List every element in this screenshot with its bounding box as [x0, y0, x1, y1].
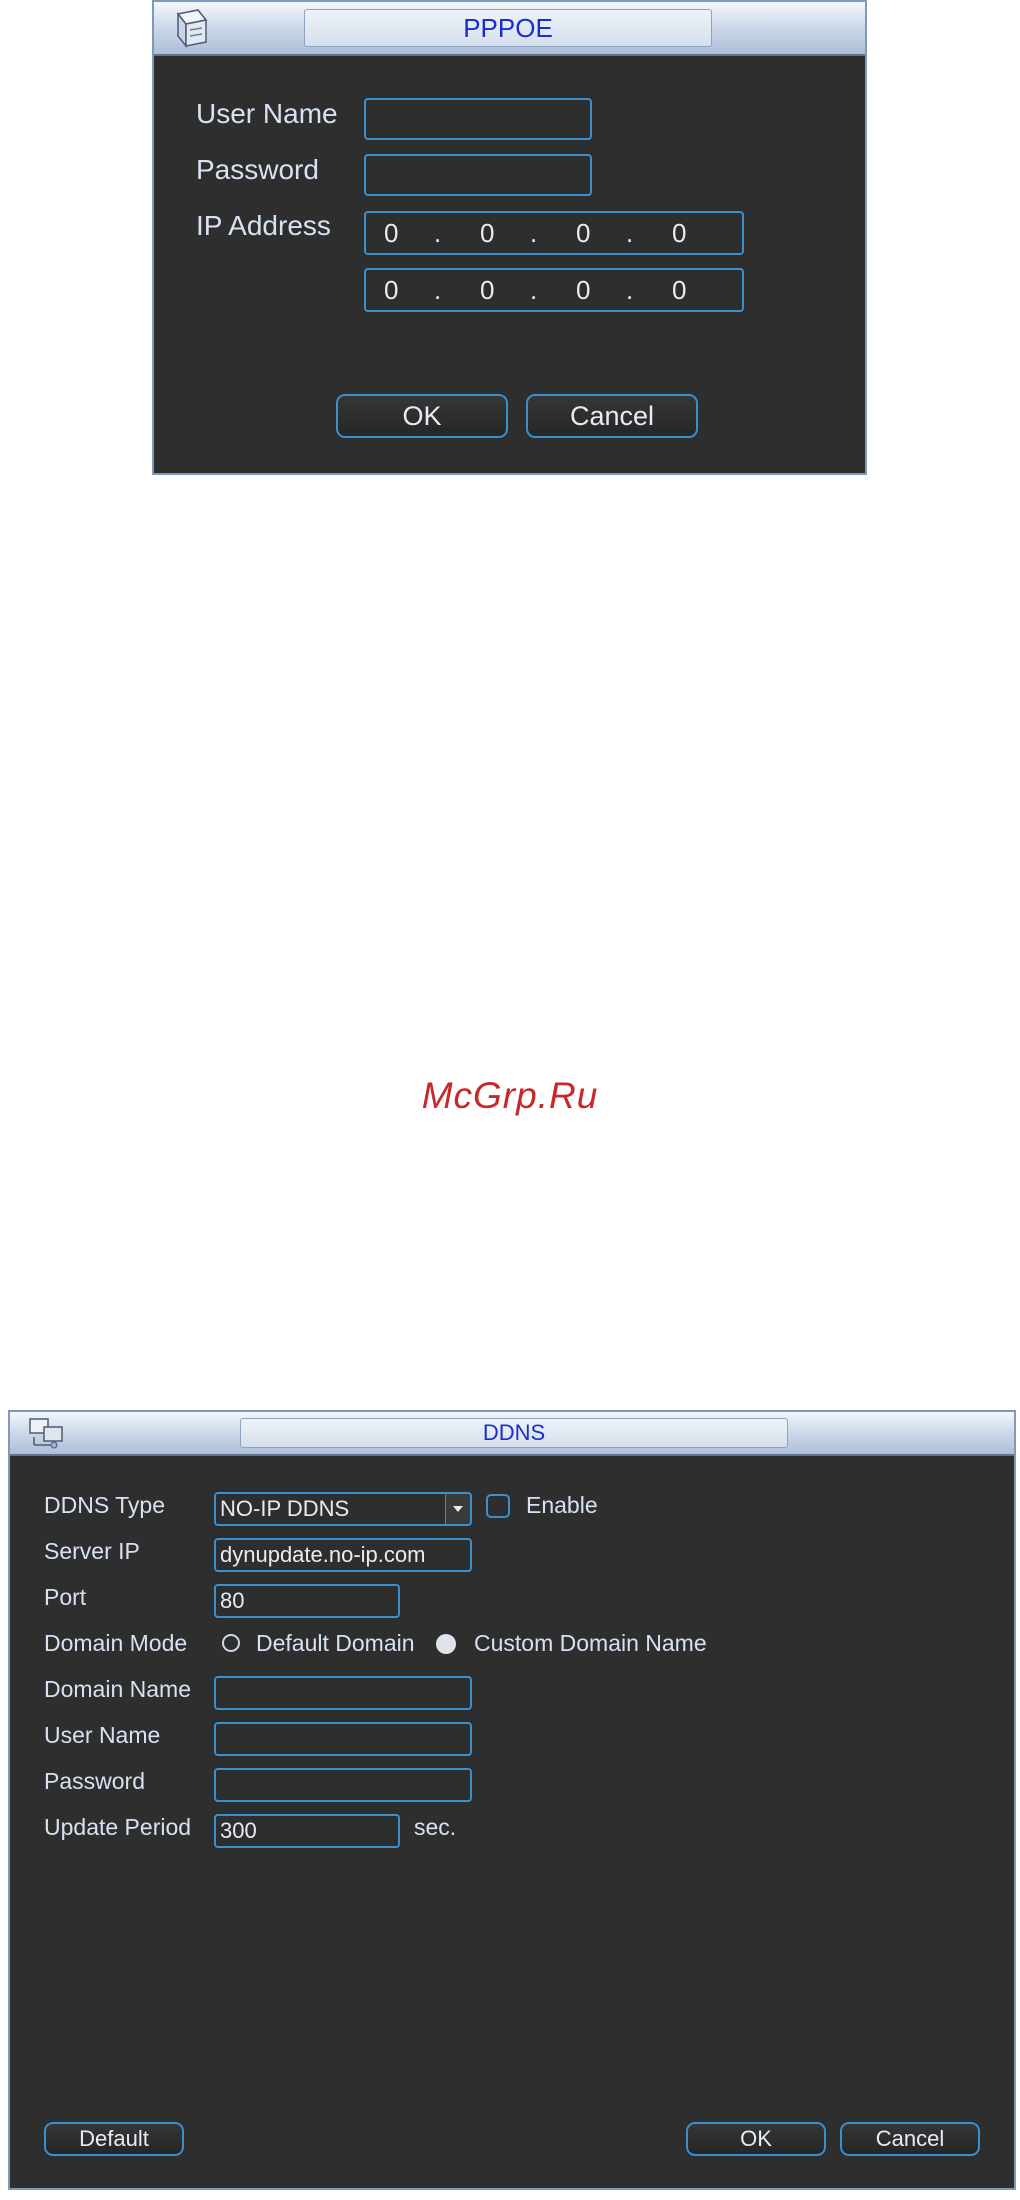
ip-address-input[interactable]: 0 . 0 . 0 . 0 — [364, 211, 744, 255]
default-domain-label: Default Domain — [256, 1630, 415, 1656]
password-input[interactable] — [214, 1768, 472, 1802]
ip-octet: 0 — [384, 217, 399, 248]
ok-button[interactable]: OK — [336, 394, 508, 438]
ip-dot: . — [626, 217, 634, 248]
pppoe-title-bar: PPPOE — [154, 2, 865, 56]
ip-octet: 0 — [576, 217, 591, 248]
update-period-unit: sec. — [414, 1814, 457, 1840]
user-name-input[interactable] — [214, 1722, 472, 1756]
ip-dot: . — [434, 274, 442, 305]
network-settings-icon — [24, 1415, 68, 1456]
ip-address-input-2[interactable]: 0 . 0 . 0 . 0 — [364, 268, 744, 312]
title-text: PPPOE — [463, 12, 553, 43]
ip-octet: 0 — [672, 217, 687, 248]
enable-checkbox[interactable] — [486, 1494, 510, 1518]
dialog-title: PPPOE — [304, 9, 712, 47]
user-name-label: User Name — [196, 98, 338, 129]
password-label: Password — [44, 1768, 145, 1794]
port-label: Port — [44, 1584, 87, 1610]
ip-address-label: IP Address — [196, 210, 331, 241]
pppoe-dialog: PPPOE User Name Password IP Address 0 . … — [152, 0, 867, 475]
ddns-type-select[interactable]: NO-IP DDNS — [214, 1492, 472, 1526]
cancel-button[interactable]: Cancel — [840, 2122, 980, 2156]
ddns-dialog: DDNS DDNS Type NO-IP DDNS Enable Server … — [8, 1410, 1016, 2190]
watermark: McGrp.Ru — [421, 1075, 599, 1116]
cancel-button[interactable]: Cancel — [526, 394, 698, 438]
default-domain-radio[interactable] — [222, 1634, 240, 1652]
user-name-input[interactable] — [364, 98, 592, 140]
enable-label: Enable — [526, 1492, 598, 1518]
chevron-down-icon[interactable] — [445, 1494, 470, 1524]
ip-octet: 0 — [480, 274, 495, 305]
ip-dot: . — [434, 217, 442, 248]
ddns-type-label: DDNS Type — [44, 1492, 166, 1518]
default-button[interactable]: Default — [44, 2122, 184, 2156]
server-ip-label: Server IP — [44, 1538, 140, 1564]
update-period-input[interactable]: 300 — [214, 1814, 400, 1848]
title-text: DDNS — [482, 1420, 546, 1445]
ip-octet: 0 — [576, 274, 591, 305]
ddns-title-bar: DDNS — [10, 1412, 1014, 1456]
domain-name-input[interactable] — [214, 1676, 472, 1710]
ip-octet: 0 — [480, 217, 495, 248]
password-label: Password — [196, 154, 319, 185]
domain-name-label: Domain Name — [44, 1676, 191, 1702]
domain-mode-label: Domain Mode — [44, 1630, 188, 1656]
ip-dot: . — [626, 274, 634, 305]
ip-octet: 0 — [672, 274, 687, 305]
network-icon — [168, 6, 214, 57]
user-name-label: User Name — [44, 1722, 161, 1748]
password-input[interactable] — [364, 154, 592, 196]
custom-domain-radio[interactable] — [436, 1634, 456, 1654]
dialog-title: DDNS — [240, 1418, 788, 1448]
port-input[interactable]: 80 — [214, 1584, 400, 1618]
custom-domain-label: Custom Domain Name — [474, 1630, 707, 1656]
ok-button[interactable]: OK — [686, 2122, 826, 2156]
ip-dot: . — [530, 217, 538, 248]
update-period-label: Update Period — [44, 1814, 192, 1840]
ip-octet: 0 — [384, 274, 399, 305]
ip-dot: . — [530, 274, 538, 305]
server-ip-input[interactable]: dynupdate.no-ip.com — [214, 1538, 472, 1572]
